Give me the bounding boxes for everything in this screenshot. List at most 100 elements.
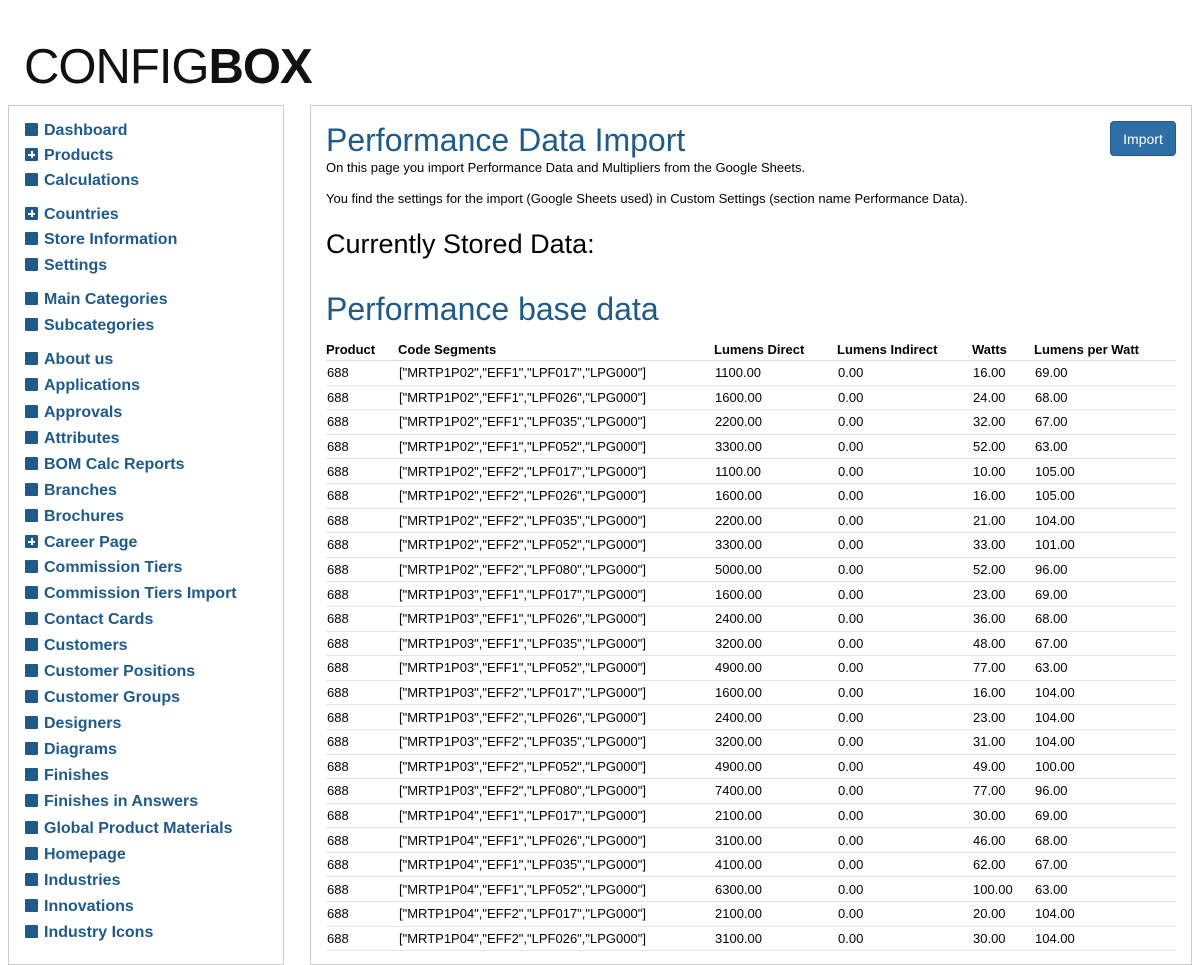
sidebar-item-commission-tiers-import[interactable]: Commission Tiers Import xyxy=(25,584,237,604)
table-cell: ["MRTP1P03","EFF1","LPF026","LPG000"] xyxy=(398,606,714,632)
sidebar-item-branches[interactable]: Branches xyxy=(25,481,117,501)
square-icon xyxy=(25,873,38,886)
table-row: 688 ["MRTP1P03","EFF2","LPF017","LPG000"]… xyxy=(326,680,1176,706)
table-row: 688 ["MRTP1P03","EFF2","LPF035","LPG000"]… xyxy=(326,729,1176,755)
sidebar-item-settings[interactable]: Settings xyxy=(25,256,107,276)
sidebar-item-label: Diagrams xyxy=(44,741,117,758)
square-icon xyxy=(25,742,38,755)
plus-square-icon[interactable] xyxy=(25,535,38,548)
sidebar-item-label: Main Categories xyxy=(44,291,168,308)
sidebar-item-label: Attributes xyxy=(44,430,120,447)
sidebar-item-main-categories[interactable]: Main Categories xyxy=(25,290,168,310)
table-cell: 3200.00 xyxy=(714,631,837,657)
table-cell: 52.00 xyxy=(972,557,1034,583)
table-cell: 16.00 xyxy=(972,680,1034,706)
square-icon xyxy=(25,638,38,651)
table-cell: 105.00 xyxy=(1034,458,1176,484)
table-cell: 0.00 xyxy=(837,458,972,484)
sidebar-item-label: About us xyxy=(44,351,114,368)
table-cell: 4900.00 xyxy=(714,655,837,681)
sidebar-item-attributes[interactable]: Attributes xyxy=(25,429,120,449)
table-cell: 68.00 xyxy=(1034,385,1176,411)
square-icon xyxy=(25,378,38,391)
sidebar-item-dashboard[interactable]: Dashboard xyxy=(25,121,128,141)
table-cell: 0.00 xyxy=(837,754,972,780)
sidebar-item-subcategories[interactable]: Subcategories xyxy=(25,316,154,336)
sidebar-item-finishes-in-answers[interactable]: Finishes in Answers xyxy=(25,792,198,812)
sidebar-item-customer-groups[interactable]: Customer Groups xyxy=(25,688,180,708)
table-cell: 688 xyxy=(326,631,398,657)
table-cell: 0.00 xyxy=(837,680,972,706)
table-row: 688 ["MRTP1P03","EFF2","LPF026","LPG000"]… xyxy=(326,704,1176,730)
sidebar-item-customer-positions[interactable]: Customer Positions xyxy=(25,662,195,682)
import-button[interactable]: Import xyxy=(1110,121,1176,156)
sidebar-item-finishes[interactable]: Finishes xyxy=(25,766,109,786)
table-row: 688 ["MRTP1P04","EFF2","LPF017","LPG000"]… xyxy=(326,901,1176,927)
table-row: 688 ["MRTP1P02","EFF1","LPF017","LPG000"]… xyxy=(326,360,1176,386)
table-cell: 0.00 xyxy=(837,926,972,952)
sidebar-item-contact-cards[interactable]: Contact Cards xyxy=(25,610,153,630)
table-cell: 33.00 xyxy=(972,532,1034,558)
table-row: 688 ["MRTP1P02","EFF2","LPF080","LPG000"]… xyxy=(326,557,1176,583)
sidebar-item-diagrams[interactable]: Diagrams xyxy=(25,740,117,760)
sidebar-item-industry-icons[interactable]: Industry Icons xyxy=(25,923,153,943)
table-cell: 3300.00 xyxy=(714,532,837,558)
sidebar-item-industries[interactable]: Industries xyxy=(25,871,120,891)
table-cell: 688 xyxy=(326,926,398,952)
table-cell: 23.00 xyxy=(972,581,1034,607)
table-cell: 688 xyxy=(326,778,398,804)
sidebar-item-label: Applications xyxy=(44,377,141,394)
table-cell: 7400.00 xyxy=(714,778,837,804)
column-header: Watts xyxy=(972,338,1034,361)
sidebar-item-label: Brochures xyxy=(44,508,125,525)
table-row: 688 ["MRTP1P03","EFF1","LPF017","LPG000"]… xyxy=(326,581,1176,607)
table-cell: 77.00 xyxy=(972,655,1034,681)
table-cell: ["MRTP1P02","EFF2","LPF026","LPG000"] xyxy=(398,483,714,509)
sidebar-item-store-information[interactable]: Store Information xyxy=(25,230,177,250)
plus-square-icon[interactable] xyxy=(25,207,38,220)
sidebar-item-label: Settings xyxy=(44,257,108,274)
sidebar: Dashboard Products Calculations Countries St… xyxy=(8,105,284,965)
table-row: 688 ["MRTP1P04","EFF1","LPF017","LPG000"]… xyxy=(326,803,1176,829)
plus-square-icon[interactable] xyxy=(25,148,38,161)
sidebar-item-countries[interactable]: Countries xyxy=(25,205,119,225)
sidebar-item-commission-tiers[interactable]: Commission Tiers xyxy=(25,558,182,578)
table-cell: 0.00 xyxy=(837,655,972,681)
table-row: 688 ["MRTP1P02","EFF2","LPF052","LPG000"]… xyxy=(326,532,1176,558)
sidebar-item-label: Global Product Materials xyxy=(44,820,233,837)
square-icon xyxy=(25,847,38,860)
table-row: 688 ["MRTP1P04","EFF1","LPF026","LPG000"]… xyxy=(326,827,1176,853)
sidebar-item-brochures[interactable]: Brochures xyxy=(25,507,124,527)
settings-note: You find the settings for the import (Go… xyxy=(326,191,968,206)
table-cell: 2200.00 xyxy=(714,508,837,534)
table-cell: 1600.00 xyxy=(714,483,837,509)
main-panel: Import Performance Data Import On this p… xyxy=(310,105,1192,965)
configbox-logo: CONFIGBOX xyxy=(24,38,313,96)
sidebar-item-about-us[interactable]: About us xyxy=(25,350,113,370)
sidebar-item-products[interactable]: Products xyxy=(25,146,113,166)
sidebar-item-approvals[interactable]: Approvals xyxy=(25,403,122,423)
sidebar-item-applications[interactable]: Applications xyxy=(25,376,140,396)
table-cell: 688 xyxy=(326,434,398,460)
sidebar-item-career-page[interactable]: Career Page xyxy=(25,533,137,553)
table-cell: 0.00 xyxy=(837,631,972,657)
table-cell: 48.00 xyxy=(972,631,1034,657)
sidebar-item-designers[interactable]: Designers xyxy=(25,714,121,734)
table-cell: ["MRTP1P02","EFF2","LPF080","LPG000"] xyxy=(398,557,714,583)
table-cell: 104.00 xyxy=(1034,901,1176,927)
table-row: 688 ["MRTP1P03","EFF1","LPF026","LPG000"]… xyxy=(326,606,1176,632)
sidebar-item-label: Calculations xyxy=(44,172,140,189)
sidebar-item-global-product-materials[interactable]: Global Product Materials xyxy=(25,819,232,839)
table-cell: 30.00 xyxy=(972,926,1034,952)
sidebar-item-calculations[interactable]: Calculations xyxy=(25,171,139,191)
table-cell: ["MRTP1P02","EFF1","LPF035","LPG000"] xyxy=(398,409,714,435)
square-icon xyxy=(25,292,38,305)
sidebar-item-homepage[interactable]: Homepage xyxy=(25,845,126,865)
sidebar-item-customers[interactable]: Customers xyxy=(25,636,128,656)
table-cell: 104.00 xyxy=(1034,508,1176,534)
sidebar-item-innovations[interactable]: Innovations xyxy=(25,897,134,917)
square-icon xyxy=(25,123,38,136)
square-icon xyxy=(25,352,38,365)
sidebar-item-bom-calc-reports[interactable]: BOM Calc Reports xyxy=(25,455,184,475)
table-cell: ["MRTP1P03","EFF2","LPF035","LPG000"] xyxy=(398,729,714,755)
